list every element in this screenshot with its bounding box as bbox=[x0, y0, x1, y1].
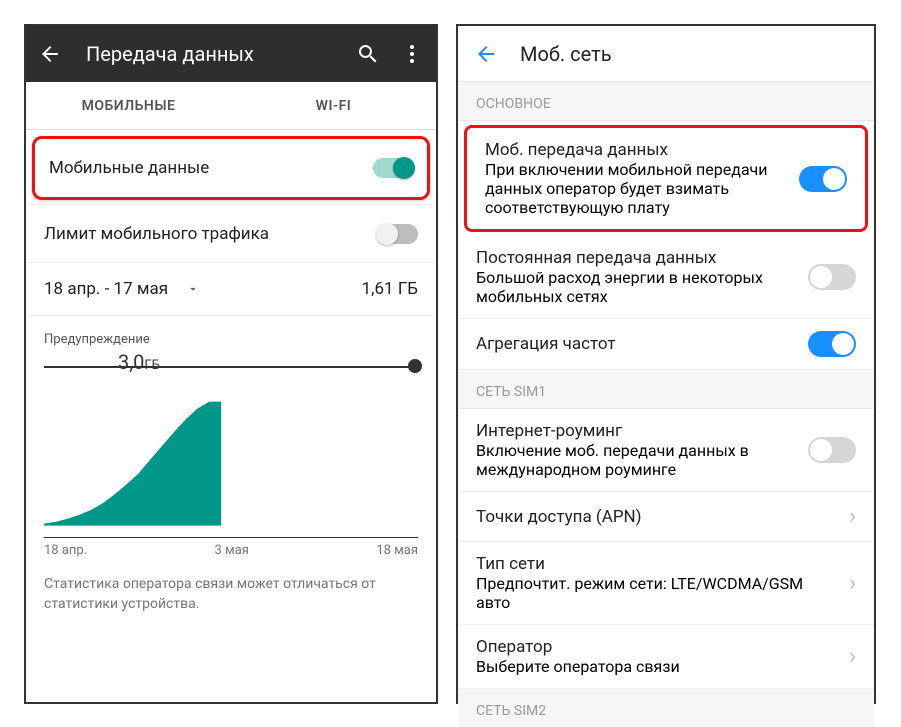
limit-row[interactable]: Лимит мобильного трафика bbox=[26, 204, 436, 262]
page-title: Передача данных bbox=[86, 42, 336, 66]
aggregation-title: Агрегация частот bbox=[476, 334, 798, 354]
chart-x-axis: 18 апр. 3 мая 18 мая bbox=[44, 543, 418, 558]
usage-chart: Предупреждение 3,0ГБ 18 апр. 3 мая 18 ма… bbox=[26, 315, 436, 558]
persistent-title: Постоянная передача данных bbox=[476, 248, 798, 268]
mobile-data-row[interactable]: Моб. передача данных При включении мобил… bbox=[467, 128, 865, 229]
roaming-title: Интернет-роуминг bbox=[476, 421, 798, 441]
warning-label: Предупреждение bbox=[44, 332, 150, 347]
chevron-right-icon: › bbox=[849, 571, 856, 596]
usage-area-chart bbox=[44, 378, 418, 526]
tab-mobile[interactable]: МОБИЛЬНЫЕ bbox=[26, 82, 231, 129]
section-sim1: СЕТЬ SIM1 bbox=[458, 370, 874, 409]
back-arrow-icon[interactable] bbox=[38, 42, 62, 66]
warning-threshold-line bbox=[44, 366, 418, 368]
app-bar-right: Моб. сеть bbox=[458, 26, 874, 82]
page-title: Моб. сеть bbox=[520, 42, 612, 66]
mobile-data-title: Моб. передача данных bbox=[485, 140, 789, 160]
mobile-data-toggle[interactable] bbox=[799, 166, 847, 192]
usage-value: 1,61 ГБ bbox=[362, 279, 418, 299]
persistent-sub: Большой расход энергии в некоторых мобил… bbox=[476, 268, 798, 306]
operator-sub: Выберите оператора связи bbox=[476, 657, 839, 676]
right-screenshot: Моб. сеть ОСНОВНОЕ Моб. передача данных … bbox=[456, 24, 876, 704]
section-sim2: СЕТЬ SIM2 bbox=[458, 689, 874, 727]
chevron-right-icon: › bbox=[849, 504, 856, 529]
nettype-title: Тип сети bbox=[476, 554, 839, 574]
mobile-data-sub: При включении мобильной передачи данных … bbox=[485, 160, 789, 217]
operator-row[interactable]: Оператор Выберите оператора связи › bbox=[458, 625, 874, 689]
aggregation-toggle[interactable] bbox=[808, 331, 856, 357]
nettype-sub: Предпочтит. режим сети: LTE/WCDMA/GSM ав… bbox=[476, 574, 839, 612]
warning-threshold-handle[interactable] bbox=[408, 359, 422, 373]
tab-wifi[interactable]: WI-FI bbox=[231, 82, 436, 129]
dropdown-icon bbox=[186, 282, 200, 296]
mobile-data-label: Мобильные данные bbox=[49, 158, 373, 178]
apn-row[interactable]: Точки доступа (APN) › bbox=[458, 492, 874, 542]
limit-toggle[interactable] bbox=[378, 224, 418, 244]
operator-title: Оператор bbox=[476, 637, 839, 657]
date-range-text: 18 апр. - 17 мая bbox=[44, 279, 168, 299]
overflow-menu-icon[interactable] bbox=[400, 42, 424, 66]
highlight-mobile-data-right: Моб. передача данных При включении мобил… bbox=[464, 125, 868, 232]
roaming-toggle[interactable] bbox=[808, 437, 856, 463]
apn-title: Точки доступа (APN) bbox=[476, 507, 839, 527]
footnote: Статистика оператора связи может отличат… bbox=[26, 558, 436, 631]
section-main: ОСНОВНОЕ bbox=[458, 82, 874, 121]
mobile-data-row[interactable]: Мобильные данные bbox=[35, 139, 427, 197]
mobile-data-toggle[interactable] bbox=[373, 158, 413, 178]
app-bar: Передача данных bbox=[26, 26, 436, 82]
roaming-row[interactable]: Интернет-роуминг Включение моб. передачи… bbox=[458, 409, 874, 492]
highlight-mobile-data: Мобильные данные bbox=[32, 136, 430, 200]
persistent-toggle[interactable] bbox=[808, 264, 856, 290]
left-screenshot: Передача данных МОБИЛЬНЫЕ WI-FI Мобильны… bbox=[24, 24, 438, 704]
aggregation-row[interactable]: Агрегация частот bbox=[458, 319, 874, 370]
search-icon[interactable] bbox=[356, 42, 380, 66]
chevron-right-icon: › bbox=[849, 644, 856, 669]
tabs: МОБИЛЬНЫЕ WI-FI bbox=[26, 82, 436, 130]
back-arrow-icon[interactable] bbox=[474, 42, 498, 66]
persistent-data-row[interactable]: Постоянная передача данных Большой расхо… bbox=[458, 236, 874, 319]
date-range-row[interactable]: 18 апр. - 17 мая 1,61 ГБ bbox=[26, 262, 436, 315]
warning-value: 3,0ГБ bbox=[118, 350, 160, 374]
limit-label: Лимит мобильного трафика bbox=[44, 224, 378, 244]
roaming-sub: Включение моб. передачи данных в междуна… bbox=[476, 441, 798, 479]
nettype-row[interactable]: Тип сети Предпочтит. режим сети: LTE/WCD… bbox=[458, 542, 874, 625]
